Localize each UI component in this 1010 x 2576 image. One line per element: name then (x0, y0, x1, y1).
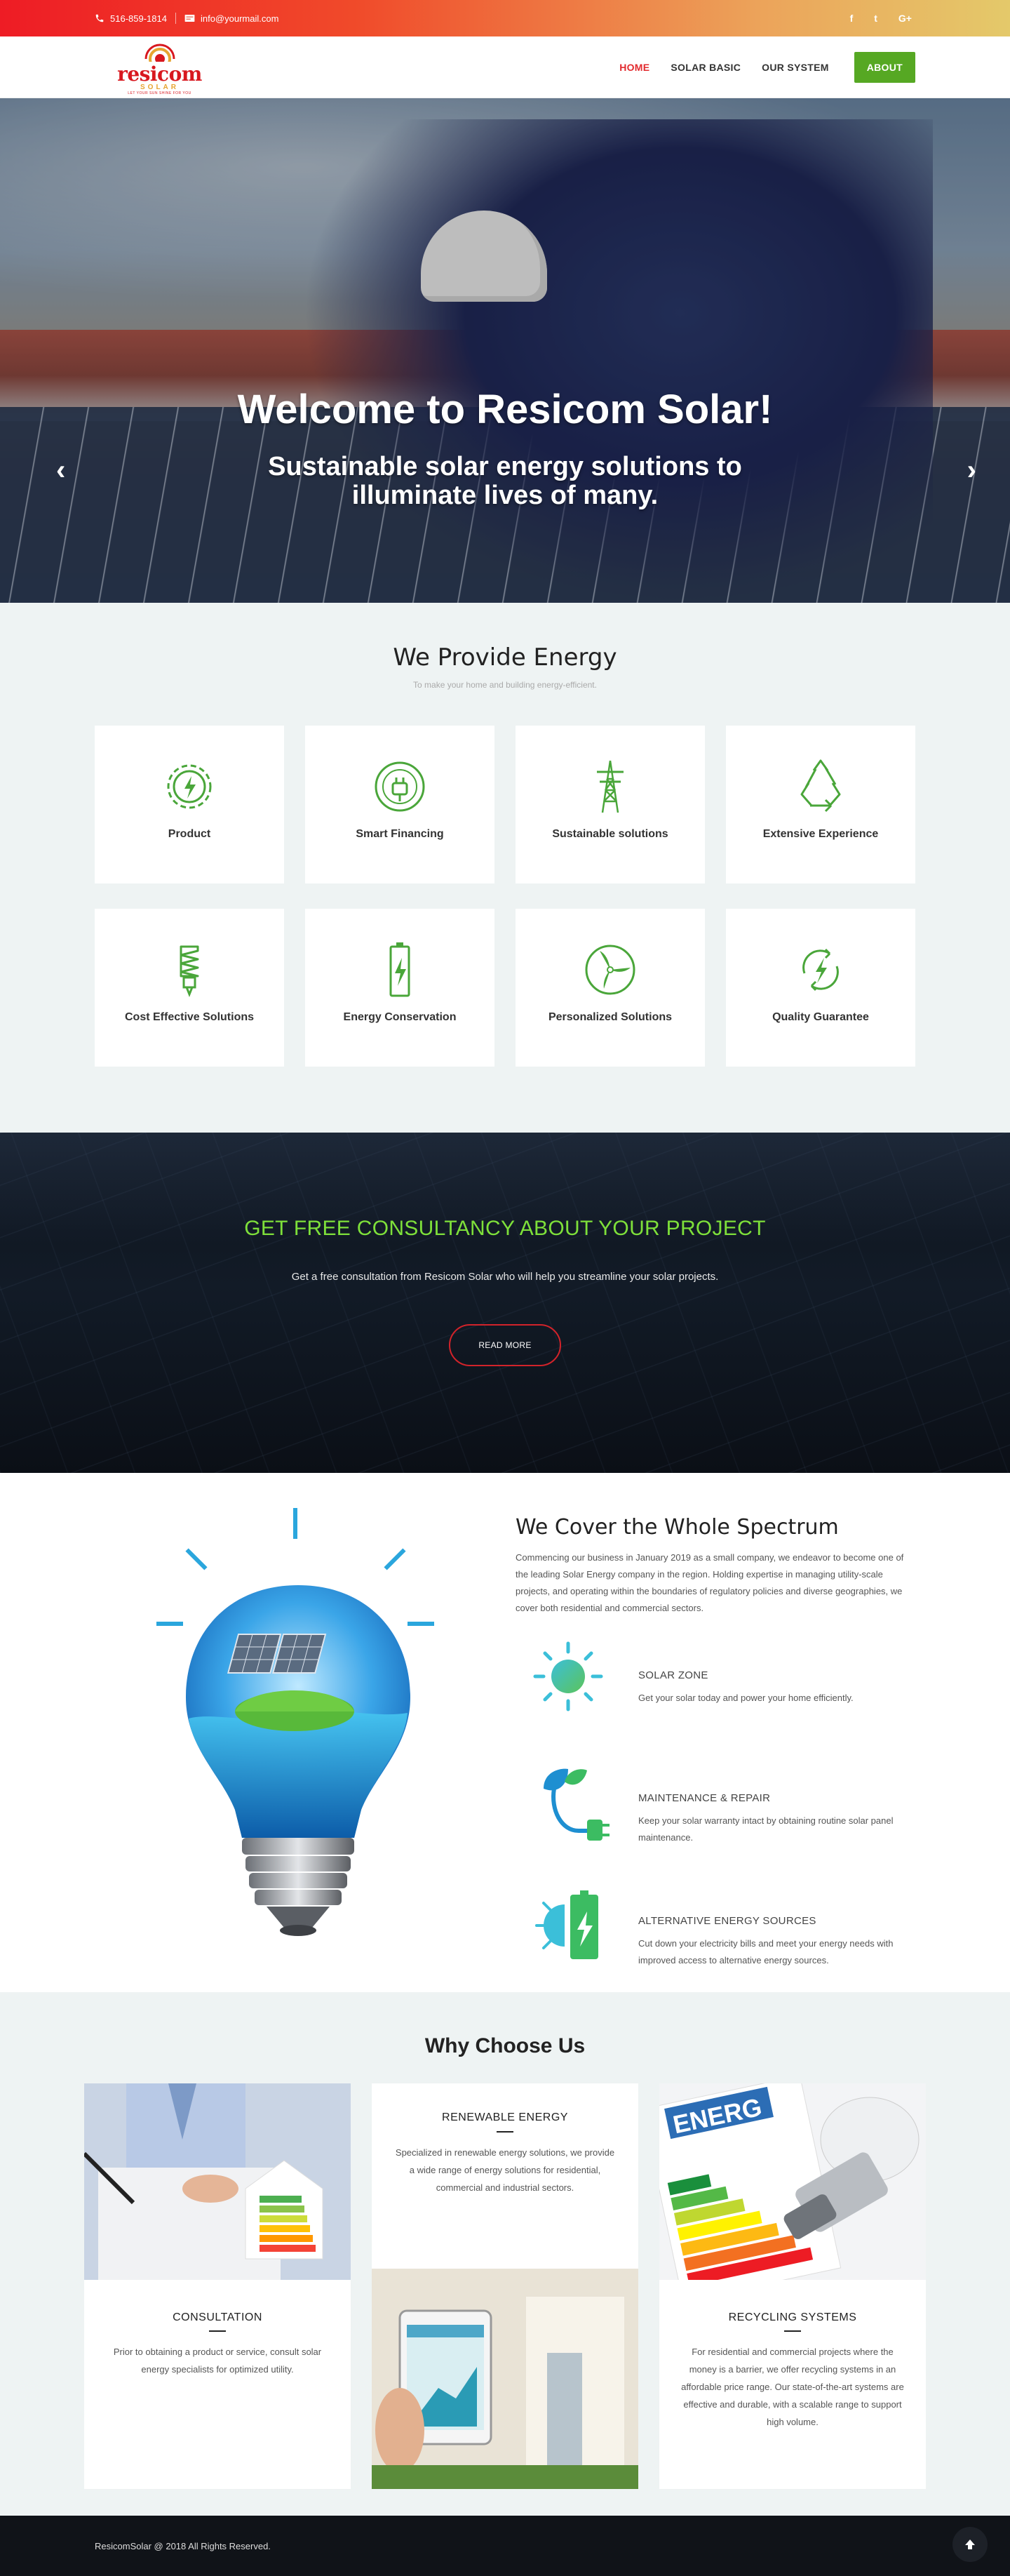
spectrum-section: We Cover the Whole Spectrum Commencing o… (0, 1473, 1010, 1992)
nav-item-solar-basic[interactable]: SOLAR BASIC (671, 62, 741, 73)
service-cards: Product Smart Financing Sustainable solu… (95, 726, 915, 1067)
card-label: Cost Effective Solutions (124, 1011, 255, 1023)
card-desc: Specialized in renewable energy solution… (395, 2147, 615, 2193)
phone-contact[interactable]: 516-859-1814 (95, 13, 167, 24)
title-divider (784, 2330, 801, 2332)
copyright-text: ResicomSolar @ 2018 All Rights Reserved. (95, 2541, 271, 2551)
google-plus-icon[interactable]: G+ (898, 13, 912, 24)
feature-alternative-energy: ALTERNATIVE ENERGY SOURCES Cut down your… (530, 1883, 915, 1982)
email-contact[interactable]: info@yourmail.com (184, 13, 278, 24)
title-divider (497, 2131, 513, 2133)
social-links: f t G+ (850, 0, 912, 36)
spectrum-title: We Cover the Whole Spectrum (516, 1515, 839, 1540)
card-label: Extensive Experience (762, 828, 879, 840)
contact-info: 516-859-1814 info@yourmail.com (95, 0, 278, 36)
light-bulb-illustration (156, 1508, 434, 1936)
card-desc: Prior to obtaining a product or service,… (113, 2347, 322, 2375)
feature-solar-zone: SOLAR ZONE Get your solar today and powe… (530, 1638, 915, 1736)
consultancy-banner: GET FREE CONSULTANCY ABOUT YOUR PROJECT … (0, 1133, 1010, 1473)
card-label: Personalized Solutions (548, 1011, 673, 1023)
nav-item-our-system[interactable]: OUR SYSTEM (762, 62, 829, 73)
feature-desc: Get your solar today and power your home… (638, 1693, 854, 1703)
section-title: Why Choose Us (424, 2034, 586, 2057)
consult-text: Get a free consultation from Resicom Sol… (291, 1271, 719, 1283)
logo[interactable]: resicom SOLAR LET YOUR SUN SHINE FOR YOU (112, 38, 207, 97)
section-subtitle: To make your home and building energy-ef… (413, 680, 597, 690)
card-label: Energy Conservation (343, 1011, 457, 1023)
provide-energy-section: We Provide Energy To make your home and … (0, 603, 1010, 1133)
gear-bolt-icon (167, 764, 212, 809)
service-card[interactable]: Smart Financing (305, 726, 494, 883)
smart-home-image (372, 2269, 638, 2489)
feature-maintenance: MAINTENANCE & REPAIR Keep your solar war… (530, 1761, 915, 1859)
spectrum-intro: Commencing our business in January 2019 … (516, 1552, 904, 1613)
twitter-icon[interactable]: t (874, 13, 877, 24)
scroll-to-top-icon[interactable] (952, 2527, 988, 2562)
service-card[interactable]: Cost Effective Solutions (95, 909, 284, 1067)
feature-desc: Cut down your electricity bills and meet… (638, 1938, 894, 1966)
renewable-bolt-icon (802, 948, 839, 992)
card-label: Quality Guarantee (772, 1011, 869, 1023)
sun-battery-icon (535, 1890, 598, 1959)
hero-title: Welcome to Resicom Solar! (237, 387, 773, 432)
feature-title: ALTERNATIVE ENERGY SOURCES (638, 1915, 816, 1927)
feature-desc: Keep your solar warranty intact by obtai… (638, 1815, 894, 1843)
service-card[interactable]: Personalized Solutions (516, 909, 705, 1067)
service-card[interactable]: Sustainable solutions (516, 726, 705, 883)
title-divider (209, 2330, 226, 2332)
slider-next-icon[interactable]: › (967, 456, 976, 484)
footer: ResicomSolar @ 2018 All Rights Reserved. (0, 2516, 1010, 2576)
energy-bulb-icon (180, 945, 199, 998)
consultation-image (84, 2083, 351, 2280)
hero-slider: Welcome to Resicom Solar! Sustainable so… (0, 98, 1010, 603)
service-card[interactable]: Product (95, 726, 284, 883)
power-tower-icon (597, 760, 624, 813)
email-text: info@yourmail.com (200, 13, 279, 24)
hero-overlay (0, 98, 1010, 603)
section-title: We Provide Energy (393, 643, 617, 672)
sun-logo-icon (144, 44, 175, 70)
nav-item-home[interactable]: HOME (619, 62, 649, 73)
slider-prev-icon[interactable]: ‹ (56, 456, 65, 484)
sun-icon (533, 1641, 603, 1711)
energy-label-image: ENERG (659, 2083, 926, 2280)
consult-title: GET FREE CONSULTANCY ABOUT YOUR PROJECT (244, 1217, 766, 1240)
service-card[interactable]: Extensive Experience (726, 726, 915, 883)
card-title: CONSULTATION (173, 2311, 262, 2323)
hero-subtitle: Sustainable solar energy solutions to il… (268, 452, 742, 510)
card-desc: For residential and commercial projects … (681, 2347, 904, 2427)
logo-tagline: LET YOUR SUN SHINE FOR YOU (128, 91, 191, 95)
leaf-plug-icon (544, 1768, 610, 1841)
why-choose-section: Why Choose Us CONSULTATION Prior to obta… (0, 1992, 1010, 2516)
feature-title: MAINTENANCE & REPAIR (638, 1792, 771, 1804)
card-title: RENEWABLE ENERGY (442, 2111, 568, 2123)
card-label: Product (168, 828, 211, 840)
logo-word: resicom (117, 62, 202, 86)
why-card-consultation[interactable]: CONSULTATION Prior to obtaining a produc… (84, 2083, 351, 2489)
top-bar: 516-859-1814 info@yourmail.com f t G+ (0, 0, 1010, 36)
phone-text: 516-859-1814 (110, 13, 167, 24)
plug-icon (375, 761, 425, 812)
read-more-button[interactable]: READ MORE (449, 1324, 561, 1366)
divider (175, 13, 176, 24)
recycle-icon (800, 759, 841, 813)
battery-icon (389, 942, 410, 997)
spectrum-text: We Cover the Whole Spectrum Commencing o… (516, 1515, 915, 1617)
card-label: Sustainable solutions (552, 828, 668, 840)
main-navbar: resicom SOLAR LET YOUR SUN SHINE FOR YOU… (0, 36, 1010, 98)
why-card-recycling[interactable]: ENERG RECYCLING SYSTEMS For residential … (659, 2083, 926, 2489)
wind-turbine-icon (585, 945, 635, 995)
why-card-renewable[interactable]: RENEWABLE ENERGY Specialized in renewabl… (372, 2083, 638, 2489)
phone-icon (95, 14, 104, 22)
about-button[interactable]: ABOUT (854, 52, 915, 83)
card-label: Smart Financing (356, 828, 444, 840)
nav-menu: HOME SOLAR BASIC OUR SYSTEM ABOUT (619, 36, 915, 98)
service-card[interactable]: Energy Conservation (305, 909, 494, 1067)
card-title: RECYCLING SYSTEMS (728, 2311, 857, 2323)
envelope-icon (184, 15, 195, 22)
feature-title: SOLAR ZONE (638, 1669, 708, 1681)
facebook-icon[interactable]: f (850, 13, 854, 24)
service-card[interactable]: Quality Guarantee (726, 909, 915, 1067)
